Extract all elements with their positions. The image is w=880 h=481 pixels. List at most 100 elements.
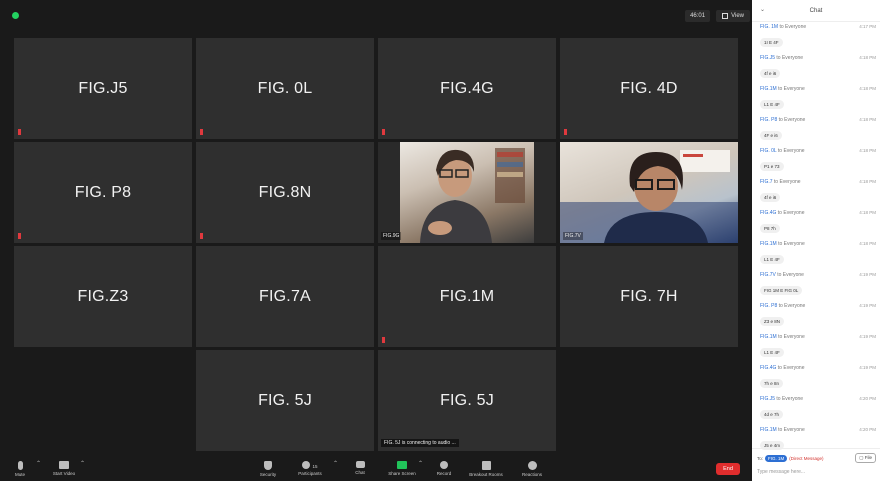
message-text: 7h e 8n [760,379,784,388]
message-text: 4F e i6 [760,131,782,140]
share-screen-label: Share Screen [388,471,416,476]
participant-name: FIG.7A [259,287,311,305]
message-sender[interactable]: FIG.1M [760,334,777,340]
video-camera-icon [59,461,69,469]
chat-button[interactable]: Chat [342,461,378,475]
reactions-label: Reactions [521,472,542,477]
participants-button[interactable]: 15 Participants [292,461,328,476]
participant-name: FIG.Z3 [77,287,129,305]
message-time: 4:18 PM [859,210,876,215]
message-time: 4:18 PM [859,117,876,122]
message-time: 4:19 PM [859,334,876,339]
participant-name: FIG. 5J [440,391,494,409]
participant-tile[interactable]: FIG. 7H [560,246,738,347]
video-options-caret-icon[interactable]: ⌃ [80,460,85,467]
participant-tile[interactable]: FIG.4G [378,38,556,139]
participant-video-tile[interactable]: FIG.9G [378,142,556,243]
participant-video [400,142,534,243]
audio-options-caret-icon[interactable]: ⌃ [36,460,41,467]
breakout-label: Breakout Rooms [469,472,503,477]
record-label: Record [436,471,452,476]
chat-message: FIG. 1M to Everyone 4:17 PM 1I E 4F [752,24,880,55]
message-sender[interactable]: FIG. 1M [760,24,778,30]
participant-tile[interactable]: FIG.Z3 [14,246,192,347]
participant-video-tile[interactable]: FIG.7V [560,142,738,243]
message-sender[interactable]: FIG.7 [760,179,773,185]
gallery-view: FIG.J5 FIG. 0L FIG.4G FIG. 4D FIG. P8 FI… [14,38,738,452]
reactions-button[interactable]: Reactions [514,461,550,477]
encryption-shield-icon[interactable] [12,12,19,19]
participant-tile[interactable]: FIG.1M [378,246,556,347]
chat-message-list[interactable]: FIG. 1M to Everyone 4:17 PM 1I E 4F FIG.J5 … [752,24,880,458]
participant-tile[interactable]: FIG. P8 [14,142,192,243]
participant-tile[interactable]: FIG. 5J [196,350,374,451]
recipient-row: To: FIG. 1M (Direct Message) [757,455,824,462]
message-sender[interactable]: FIG.4G [760,210,776,216]
end-meeting-button[interactable]: End [716,463,740,475]
message-sender[interactable]: FIG. 0L [760,148,777,154]
participant-name: FIG. 4D [620,79,678,97]
muted-mic-icon [200,129,203,135]
message-sender[interactable]: FIG.7V [760,272,776,278]
participant-tile[interactable]: FIG. 5J FIG. 5J is connecting to audio .… [378,350,556,451]
message-text: L1 E 4F [760,255,784,264]
message-time: 4:18 PM [859,241,876,246]
participant-tile[interactable]: FIG. 4D [560,38,738,139]
muted-mic-icon [382,129,385,135]
message-recipient: to Everyone [776,55,804,61]
message-sender[interactable]: FIG.4G [760,365,776,371]
chat-title: Chat [809,7,823,14]
message-sender[interactable]: FIG.1M [760,86,777,92]
message-text: L1 E 4F [760,348,784,357]
people-icon [302,461,311,469]
participant-name: FIG.4G [440,79,494,97]
message-time: 4:20 PM [859,396,876,401]
file-icon: ▢ [859,455,864,460]
breakout-rooms-button[interactable]: Breakout Rooms [468,461,504,477]
message-time: 4:18 PM [859,179,876,184]
security-button[interactable]: Security [250,461,286,477]
file-button[interactable]: ▢ File [855,453,876,463]
meeting-toolbar: Mute ⌃ Start Video ⌃ Security 15 Partici… [0,458,752,481]
participant-tile[interactable]: FIG.J5 [14,38,192,139]
message-text: 4d e 7h [760,410,784,419]
message-text: P8 7h [760,224,780,233]
message-sender[interactable]: FIG.1M [760,427,777,433]
view-button[interactable]: View [716,10,750,22]
message-sender[interactable]: FIG. P8 [760,303,777,309]
participant-tile[interactable]: FIG.7A [196,246,374,347]
share-options-caret-icon[interactable]: ⌃ [418,460,423,467]
message-recipient: to Everyone [779,24,807,30]
participant-name: FIG. 7H [620,287,678,305]
microphone-icon [17,461,23,470]
view-label: View [731,13,744,19]
message-sender[interactable]: FIG.J5 [760,396,775,402]
message-sender[interactable]: FIG.1M [760,241,777,247]
message-recipient: to Everyone [777,148,805,154]
participants-caret-icon[interactable]: ⌃ [333,460,338,467]
participants-icon-wrap: 15 [302,461,318,471]
share-screen-button[interactable]: Share Screen [384,461,420,476]
chat-message-input[interactable] [757,467,875,477]
message-sender[interactable]: FIG.J5 [760,55,775,61]
participant-name: FIG. P8 [74,183,132,201]
record-button[interactable]: Record [426,461,462,476]
message-sender[interactable]: FIG. P8 [760,117,777,123]
message-text: 1I E 4F [760,38,783,47]
start-video-button[interactable]: Start Video [46,461,82,476]
mute-button[interactable]: Mute [2,461,38,477]
smiley-icon [527,461,537,470]
participant-tile[interactable]: FIG.8N [196,142,374,243]
mute-label: Mute [14,472,25,477]
recipient-dropdown[interactable]: FIG. 1M [765,455,788,462]
muted-mic-icon [18,129,21,135]
to-label: To: [757,456,764,461]
topbar-right: 46:01 View [685,10,750,22]
participant-tile[interactable]: FIG. 0L [196,38,374,139]
chat-message: FIG.1M to Everyone 4:18 PM L1 E 4F [752,241,880,272]
participant-name: FIG. 0L [257,79,313,97]
muted-mic-icon [200,233,203,239]
chat-message: FIG.J5 to Everyone 4:20 PM 4d e 7h [752,396,880,427]
collapse-chevron-icon[interactable]: ⌄ [760,6,765,13]
message-recipient: to Everyone [777,365,805,371]
